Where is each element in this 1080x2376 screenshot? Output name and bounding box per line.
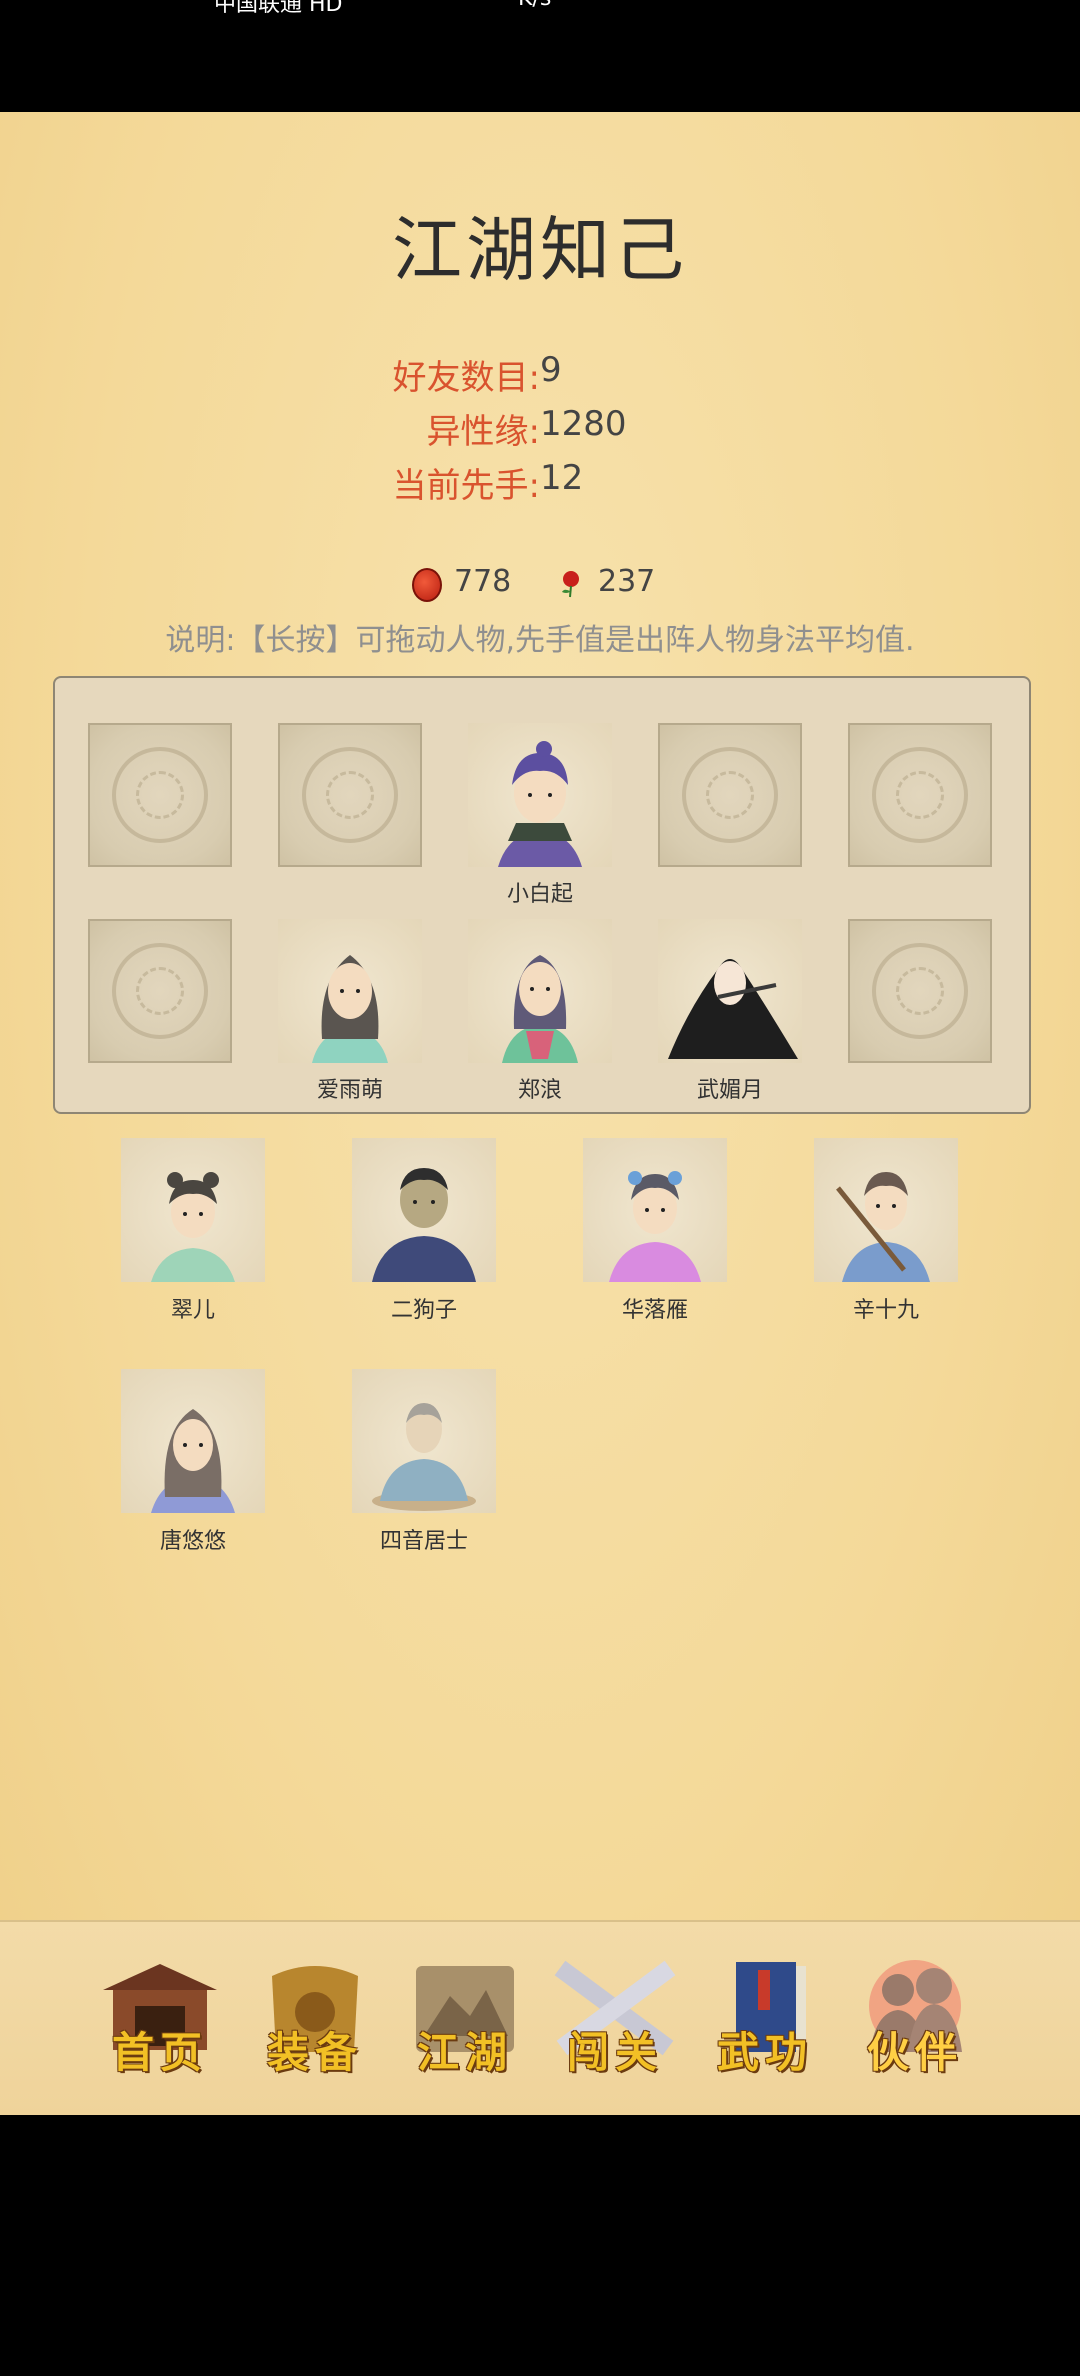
stat-initiative: 当前先手: 12	[0, 458, 1080, 508]
nav-label: 闯关	[566, 2028, 663, 2077]
network-speed: K/s	[518, 0, 551, 11]
stat-friend-count: 好友数目: 9	[0, 350, 1080, 400]
character-name: 小白起	[506, 882, 573, 907]
portrait-image	[502, 955, 578, 1063]
empty-formation-slot[interactable]	[88, 723, 232, 867]
empty-formation-slot[interactable]	[278, 723, 422, 867]
nav-label: 武功	[716, 2028, 813, 2077]
stat-value: 1280	[540, 404, 627, 444]
nav-jianghu-button[interactable]: 江湖	[400, 1956, 530, 2084]
portrait-image	[151, 1409, 235, 1513]
game-screen: 江湖知己 好友数目: 9 异性缘: 1280 当前先手: 12 778 237 …	[0, 112, 1080, 2115]
nav-home-button[interactable]: 首页	[95, 1956, 225, 2084]
nav-partners-button[interactable]: 伙伴	[850, 1956, 980, 2084]
rose-icon	[562, 571, 579, 598]
character-name: 爱雨萌	[316, 1078, 383, 1103]
character-name: 武媚月	[696, 1078, 763, 1103]
character-portrait-ergouzi[interactable]	[352, 1138, 496, 1282]
character-portrait-aiyumeng[interactable]	[278, 919, 422, 1063]
status-bar: 中国联通 HD K/s	[0, 0, 1080, 112]
nav-challenge-button[interactable]: 闯关	[550, 1956, 680, 2084]
portrait-image	[372, 1403, 476, 1511]
bottom-navigation: 首页 装备 江湖 闯关 武功 伙伴	[0, 1920, 1080, 2117]
portrait-image	[836, 1172, 930, 1282]
portrait-image	[312, 955, 388, 1063]
instruction-note: 说明:【长按】可拖动人物,先手值是出阵人物身法平均值.	[165, 623, 915, 658]
portrait-image	[498, 741, 582, 867]
stat-value: 9	[540, 350, 562, 390]
character-name: 华落雁	[621, 1298, 688, 1323]
portrait-image	[668, 959, 798, 1059]
page-title: 江湖知己	[392, 209, 688, 291]
portrait-image	[372, 1168, 476, 1282]
character-name: 辛十九	[852, 1298, 919, 1323]
stat-label: 异性缘:	[426, 412, 540, 452]
empty-formation-slot[interactable]	[848, 919, 992, 1063]
stat-value: 12	[540, 458, 584, 498]
empty-formation-slot[interactable]	[88, 919, 232, 1063]
nav-label: 江湖	[416, 2028, 513, 2077]
nav-label: 伙伴	[866, 2028, 963, 2077]
character-portrait-xinshijiu[interactable]	[814, 1138, 958, 1282]
character-portrait-zhenglang[interactable]	[468, 919, 612, 1063]
character-name: 二狗子	[390, 1298, 457, 1323]
nav-martial-arts-button[interactable]: 武功	[700, 1956, 830, 2084]
empty-formation-slot[interactable]	[848, 723, 992, 867]
coin-pouch-icon	[412, 568, 442, 602]
bottom-black-area	[0, 2115, 1080, 2376]
nav-label: 首页	[111, 2028, 208, 2077]
coin-count: 778	[454, 564, 512, 599]
character-portrait-hualuoyan[interactable]	[583, 1138, 727, 1282]
character-name: 郑浪	[517, 1078, 562, 1103]
character-name: 翠儿	[170, 1298, 215, 1323]
character-portrait-cuier[interactable]	[121, 1138, 265, 1282]
battle-formation: 小白起 爱雨萌 郑浪 武媚月	[53, 676, 1031, 1114]
character-portrait-siyinjushi[interactable]	[352, 1369, 496, 1513]
character-portrait-tangyouyou[interactable]	[121, 1369, 265, 1513]
character-portrait-xiaobaiqi[interactable]	[468, 723, 612, 867]
character-portrait-wumeiyue[interactable]	[658, 919, 802, 1063]
empty-formation-slot[interactable]	[658, 723, 802, 867]
portrait-image	[151, 1172, 235, 1282]
stat-label: 好友数目:	[392, 358, 540, 398]
portrait-image	[609, 1171, 701, 1282]
stat-label: 当前先手:	[392, 466, 540, 506]
stat-charm: 异性缘: 1280	[0, 404, 1080, 454]
carrier-label: 中国联通 HD	[214, 0, 343, 17]
rose-count: 237	[598, 564, 656, 599]
character-name: 四音居士	[379, 1529, 468, 1554]
character-name: 唐悠悠	[159, 1529, 226, 1554]
nav-equipment-button[interactable]: 装备	[250, 1956, 380, 2084]
nav-label: 装备	[266, 2028, 363, 2077]
